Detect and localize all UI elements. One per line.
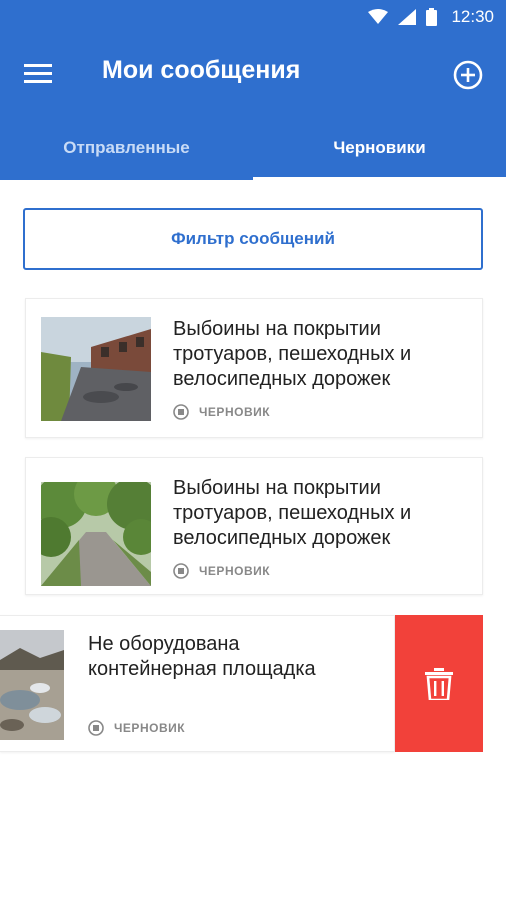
filter-button[interactable]: Фильтр сообщений bbox=[23, 208, 483, 270]
status-badge: ЧЕРНОВИК bbox=[173, 404, 270, 420]
trash-icon bbox=[425, 667, 453, 700]
app-bar: Мои сообщения bbox=[0, 34, 506, 116]
status-label: ЧЕРНОВИК bbox=[114, 721, 186, 735]
message-photo bbox=[0, 630, 64, 740]
message-card[interactable]: Выбоины на покрытии тротуаров, пешеходны… bbox=[25, 457, 483, 595]
wifi-icon bbox=[368, 9, 389, 24]
message-photo bbox=[41, 317, 151, 421]
message-photo bbox=[41, 482, 151, 586]
status-label: ЧЕРНОВИК bbox=[199, 564, 271, 578]
tab-sent[interactable]: Отправленные bbox=[0, 116, 253, 180]
status-bar: 12:30 bbox=[0, 0, 506, 34]
signal-icon bbox=[398, 9, 417, 25]
message-title: Выбоины на покрытии тротуаров, пешеходны… bbox=[173, 477, 412, 549]
draft-status-icon bbox=[173, 563, 189, 579]
delete-button[interactable] bbox=[395, 615, 483, 752]
add-circle-icon[interactable] bbox=[452, 59, 484, 91]
draft-status-icon bbox=[88, 720, 104, 736]
draft-status-icon bbox=[173, 404, 189, 420]
status-badge: ЧЕРНОВИК bbox=[173, 563, 270, 579]
message-card[interactable]: Выбоины на покрытии тротуаров, пешеходны… bbox=[25, 298, 483, 438]
tab-drafts[interactable]: Черновики bbox=[253, 116, 506, 180]
status-time: 12:30 bbox=[451, 7, 494, 26]
status-label: ЧЕРНОВИК bbox=[199, 405, 271, 419]
message-title: Выбоины на покрытии тротуаров, пешеходны… bbox=[173, 318, 412, 390]
tab-bar: Отправленные Черновики bbox=[0, 116, 506, 180]
message-title: Не оборудована контейнерная площадка bbox=[88, 633, 316, 680]
message-card[interactable]: Не оборудована контейнерная площадка ЧЕР… bbox=[0, 615, 395, 752]
status-badge: ЧЕРНОВИК bbox=[88, 720, 185, 736]
menu-icon[interactable] bbox=[24, 62, 54, 86]
page-title: Мои сообщения bbox=[102, 56, 301, 84]
battery-icon bbox=[426, 8, 438, 26]
